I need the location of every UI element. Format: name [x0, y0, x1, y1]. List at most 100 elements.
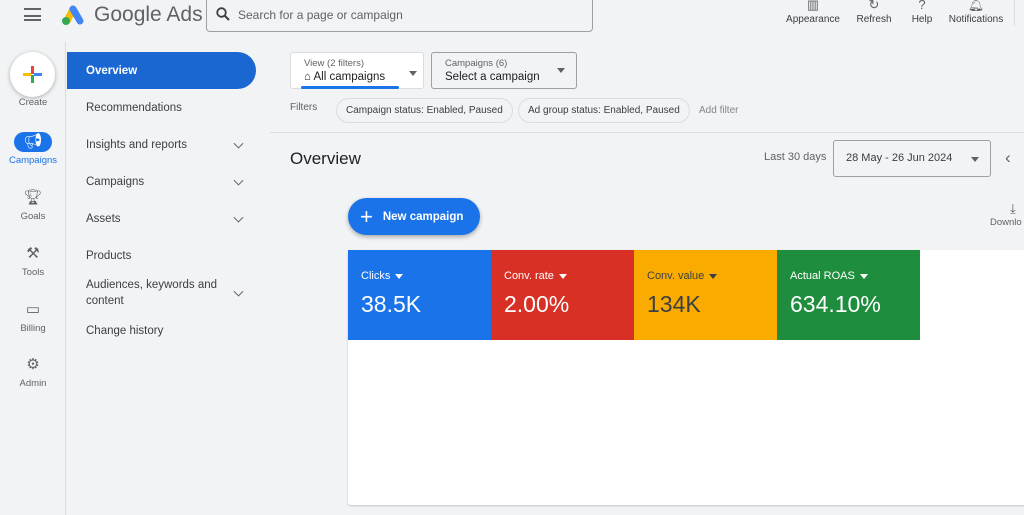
notifications-label: Notifications — [948, 14, 1004, 25]
rail-label: Campaigns — [8, 155, 58, 166]
caret-down-icon — [709, 273, 718, 279]
rail-item-goals[interactable]: 🏆︎ Goals — [0, 188, 66, 222]
view-selector[interactable]: View (2 filters) ⌂ All campaigns — [290, 52, 424, 89]
app-name: Google Ads — [94, 3, 203, 26]
caret-down-icon — [859, 273, 868, 279]
left-rail: Create 📢︎ Campaigns 🏆︎ Goals ⚒ Tools ▭ Billi… — [0, 42, 66, 515]
metric-tile-conv-value[interactable]: Conv. value 134K — [634, 250, 777, 340]
help-icon: ? — [918, 0, 926, 12]
metric-label[interactable]: Clicks — [361, 270, 478, 282]
nav-label: Insights and reports — [86, 138, 188, 151]
notifications-button[interactable]: 🔔︎ Notifications — [945, 0, 1007, 25]
rail-item-tools[interactable]: ⚒ Tools — [0, 244, 66, 278]
rail-label: Billing — [20, 323, 46, 334]
chevron-down-icon — [233, 286, 244, 297]
chevron-down-icon — [233, 212, 244, 223]
nav-item-audiences[interactable]: Audiences, keywords and content — [67, 274, 256, 312]
nav-item-campaigns[interactable]: Campaigns — [67, 163, 256, 200]
campaigns-value: Select a campaign — [445, 71, 540, 83]
caret-down-icon — [971, 157, 979, 162]
download-label: Downlo — [990, 217, 1022, 228]
metric-label[interactable]: Actual ROAS — [790, 270, 907, 282]
filters-label: Filters — [290, 102, 318, 113]
chevron-down-icon — [233, 138, 244, 149]
search-placeholder: Search for a page or campaign — [238, 8, 403, 22]
tools-icon: ⚒ — [26, 245, 40, 262]
metric-value: 2.00% — [504, 291, 570, 317]
nav-label: Overview — [86, 64, 138, 77]
create-label: Create — [18, 97, 48, 108]
metric-label-text: Conv. value — [647, 270, 705, 282]
new-campaign-button[interactable]: + New campaign — [348, 198, 480, 235]
previous-period-button[interactable]: ‹ — [1005, 148, 1011, 168]
nav-label: Change history — [86, 324, 164, 337]
filter-chip[interactable]: Campaign status: Enabled, Paused — [336, 98, 513, 123]
range-label: Last 30 days — [764, 151, 827, 163]
nav-item-recommendations[interactable]: Recommendations — [67, 89, 256, 126]
date-range-picker[interactable]: 28 May - 26 Jun 2024 — [833, 140, 991, 177]
metric-label[interactable]: Conv. value — [647, 270, 764, 282]
megaphone-icon: 📢︎ — [14, 132, 52, 152]
metric-label-text: Clicks — [361, 270, 391, 282]
caret-down-icon — [557, 68, 565, 73]
page-title: Overview — [290, 149, 361, 168]
metric-value: 134K — [647, 291, 701, 317]
card-icon: ▭ — [25, 301, 41, 318]
plus-icon: + — [360, 203, 373, 229]
rail-item-campaigns[interactable]: 📢︎ Campaigns — [0, 132, 66, 166]
chevron-down-icon — [233, 175, 244, 186]
nav-label: Recommendations — [86, 101, 182, 114]
nav-item-insights[interactable]: Insights and reports — [67, 126, 256, 163]
caret-down-icon — [395, 273, 404, 279]
divider — [270, 132, 1024, 133]
metric-label-text: Actual ROAS — [790, 270, 855, 282]
metric-tile-clicks[interactable]: Clicks 38.5K — [348, 250, 491, 340]
new-campaign-label: New campaign — [382, 210, 464, 223]
main-menu-icon[interactable] — [24, 8, 41, 21]
view-value: ⌂ All campaigns — [304, 71, 410, 83]
rail-label: Goals — [20, 211, 46, 222]
gear-icon: ⚙ — [26, 356, 40, 373]
date-range-value: 28 May - 26 Jun 2024 — [846, 152, 953, 164]
view-label: View (2 filters) — [304, 58, 365, 69]
appearance-button[interactable]: ▥ Appearance — [783, 0, 843, 25]
caret-down-icon — [558, 273, 567, 279]
campaign-selector[interactable]: Campaigns (6) Select a campaign — [431, 52, 577, 89]
rail-label: Tools — [21, 267, 45, 278]
nav-label: Audiences, keywords and content — [86, 279, 218, 307]
nav-item-products[interactable]: Products — [67, 237, 256, 274]
refresh-label: Refresh — [856, 14, 892, 25]
nav-item-assets[interactable]: Assets — [67, 200, 256, 237]
rail-label: Admin — [19, 378, 47, 389]
search-icon — [216, 7, 230, 21]
metric-tile-conv-rate[interactable]: Conv. rate 2.00% — [491, 250, 634, 340]
metric-tile-actual-roas[interactable]: Actual ROAS 634.10% — [777, 250, 920, 340]
nav-item-change-history[interactable]: Change history — [67, 312, 256, 349]
refresh-icon: ↻ — [868, 0, 880, 12]
divider — [1014, 0, 1015, 26]
download-button[interactable]: ⤓ Downlo — [990, 201, 1022, 228]
view-underline — [301, 86, 399, 89]
filter-chip[interactable]: Ad group status: Enabled, Paused — [518, 98, 690, 123]
help-button[interactable]: ? Help — [906, 0, 938, 25]
plus-icon — [23, 66, 42, 83]
download-icon: ⤓ — [1009, 201, 1016, 216]
google-ads-logo-icon — [62, 5, 84, 25]
rail-item-admin[interactable]: ⚙ Admin — [0, 355, 66, 389]
nav-label: Assets — [86, 212, 121, 225]
add-filter-button[interactable]: Add filter — [699, 105, 738, 116]
home-icon: ⌂ — [304, 71, 314, 83]
caret-down-icon — [409, 71, 417, 76]
refresh-button[interactable]: ↻ Refresh — [852, 0, 896, 25]
rail-item-billing[interactable]: ▭ Billing — [0, 300, 66, 334]
metric-label[interactable]: Conv. rate — [504, 270, 621, 282]
nav-item-overview[interactable]: Overview — [67, 52, 256, 89]
metric-label-text: Conv. rate — [504, 270, 554, 282]
create-button[interactable] — [10, 52, 55, 97]
nav-label: Products — [86, 249, 132, 262]
metric-value: 634.10% — [790, 291, 881, 317]
appearance-label: Appearance — [786, 14, 840, 25]
view-value-text: All campaigns — [313, 71, 386, 83]
appearance-icon: ▥ — [806, 0, 820, 12]
nav-label: Campaigns — [86, 175, 145, 188]
